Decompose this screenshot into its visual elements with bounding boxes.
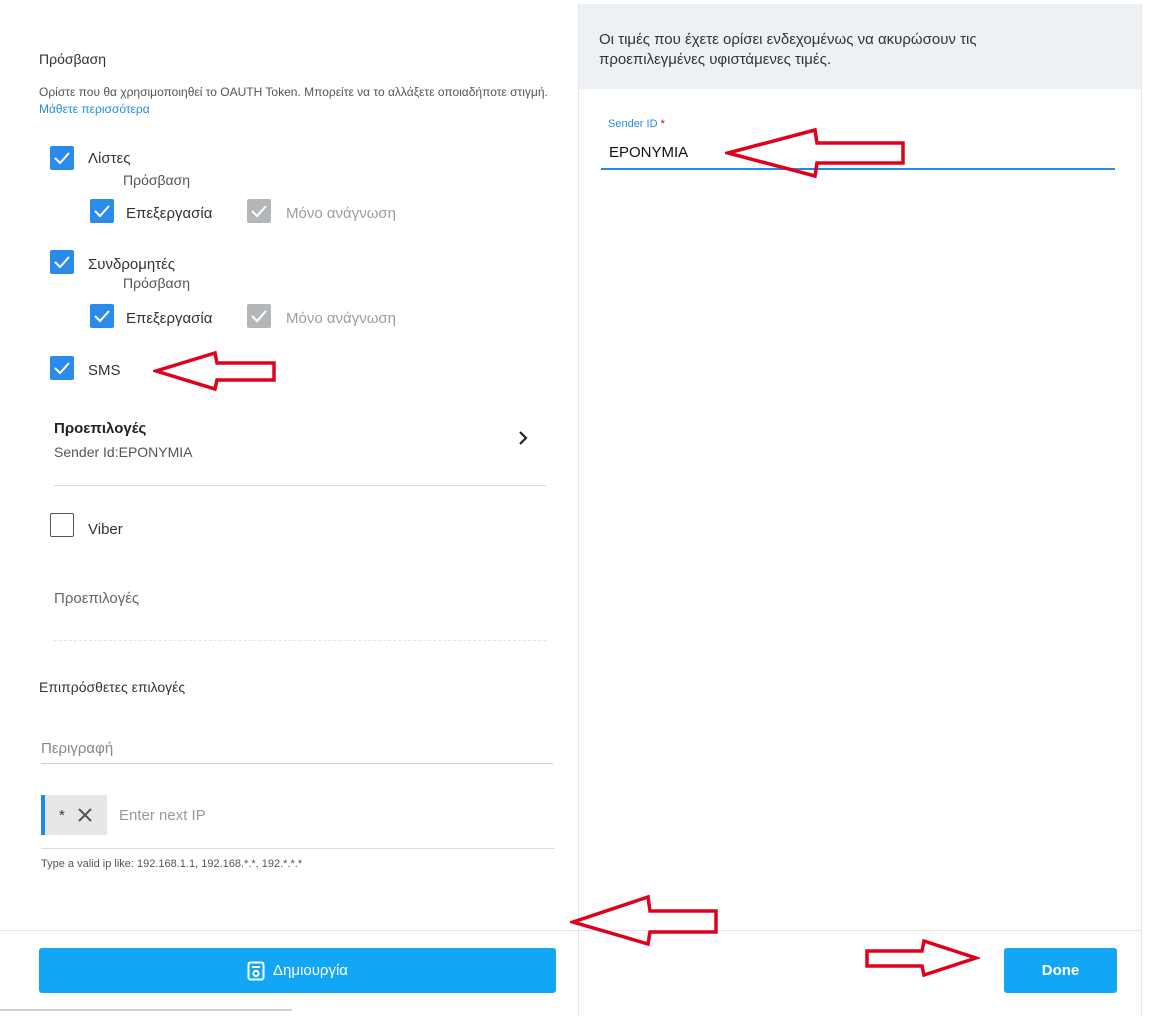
extra-options-title: Επιπρόσθετες επιλογές bbox=[39, 679, 186, 695]
learn-more-link[interactable]: Μάθετε περισσότερα bbox=[39, 102, 150, 116]
close-icon[interactable] bbox=[77, 807, 93, 823]
check-icon bbox=[54, 256, 70, 269]
check-icon bbox=[251, 310, 267, 323]
subscribers-readonly-checkbox[interactable] bbox=[247, 304, 271, 328]
check-icon bbox=[54, 152, 70, 165]
token-form-panel: Πρόσβαση Ορίστε που θα χρησιμοποιηθεί το… bbox=[0, 0, 578, 1016]
override-notice: Οι τιμές που έχετε ορίσει ενδεχομένως να… bbox=[579, 4, 1141, 89]
viber-checkbox[interactable] bbox=[50, 513, 74, 537]
viber-divider bbox=[54, 640, 546, 641]
ip-chip[interactable]: * bbox=[45, 795, 107, 835]
check-icon bbox=[251, 205, 267, 218]
required-marker: * bbox=[660, 118, 665, 130]
sms-label: SMS bbox=[88, 362, 121, 379]
done-button-label: Done bbox=[1041, 962, 1080, 979]
annotation-arrow-sms bbox=[153, 350, 276, 392]
bottom-scrollbar bbox=[0, 1009, 292, 1011]
lists-access-label: Πρόσβαση bbox=[123, 172, 191, 188]
sms-defaults-row[interactable]: Προεπιλογές Sender Id:EPONYMIA bbox=[54, 412, 546, 472]
ip-input[interactable]: * Enter next IP bbox=[41, 795, 555, 849]
sender-id-label-text: Sender ID bbox=[608, 118, 658, 130]
sms-checkbox[interactable] bbox=[50, 356, 74, 380]
access-help: Ορίστε που θα χρησιμοποιηθεί το OAUTH To… bbox=[39, 84, 559, 118]
document-icon bbox=[247, 961, 265, 980]
access-help-text: Ορίστε που θα χρησιμοποιηθεί το OAUTH To… bbox=[39, 85, 548, 99]
sms-defaults-title: Προεπιλογές bbox=[54, 420, 147, 437]
sms-defaults-value: Sender Id:EPONYMIA bbox=[54, 444, 193, 460]
lists-checkbox[interactable] bbox=[50, 146, 74, 170]
ip-hint: Type a valid ip like: 192.168.1.1, 192.1… bbox=[41, 858, 303, 870]
subscribers-edit-checkbox[interactable] bbox=[90, 304, 114, 328]
create-button-label: Δημιουργία bbox=[273, 962, 348, 979]
ip-placeholder: Enter next IP bbox=[119, 807, 206, 824]
lists-edit-label: Επεξεργασία bbox=[126, 205, 213, 222]
access-title: Πρόσβαση bbox=[39, 51, 107, 67]
description-placeholder: Περιγραφή bbox=[41, 740, 114, 757]
subscribers-access-label: Πρόσβαση bbox=[123, 275, 191, 291]
description-input[interactable]: Περιγραφή bbox=[41, 730, 553, 764]
subscribers-edit-label: Επεξεργασία bbox=[126, 310, 213, 327]
viber-defaults-title[interactable]: Προεπιλογές bbox=[54, 590, 139, 607]
annotation-arrow-done bbox=[865, 938, 980, 978]
viber-label: Viber bbox=[88, 521, 123, 538]
check-icon bbox=[54, 362, 70, 375]
subscribers-label: Συνδρομητές bbox=[88, 256, 176, 273]
sms-divider bbox=[54, 485, 546, 486]
create-button[interactable]: Δημιουργία bbox=[39, 948, 556, 993]
done-button[interactable]: Done bbox=[1004, 948, 1117, 993]
annotation-arrow-sender-id bbox=[725, 127, 905, 179]
footer-divider bbox=[0, 930, 578, 931]
ip-chip-value: * bbox=[59, 807, 65, 824]
subscribers-checkbox[interactable] bbox=[50, 250, 74, 274]
sender-id-value: EPONYMIA bbox=[609, 144, 689, 161]
annotation-arrow-create bbox=[570, 894, 718, 946]
chevron-right-icon bbox=[519, 431, 528, 445]
check-icon bbox=[94, 205, 110, 218]
lists-readonly-checkbox[interactable] bbox=[247, 199, 271, 223]
sender-id-label: Sender ID * bbox=[608, 118, 665, 130]
check-icon bbox=[94, 310, 110, 323]
lists-label: Λίστες bbox=[88, 150, 131, 167]
subscribers-readonly-label: Μόνο ανάγνωση bbox=[286, 310, 397, 327]
lists-readonly-label: Μόνο ανάγνωση bbox=[286, 205, 397, 222]
override-notice-text: Οι τιμές που έχετε ορίσει ενδεχομένως να… bbox=[599, 31, 977, 68]
lists-edit-checkbox[interactable] bbox=[90, 199, 114, 223]
